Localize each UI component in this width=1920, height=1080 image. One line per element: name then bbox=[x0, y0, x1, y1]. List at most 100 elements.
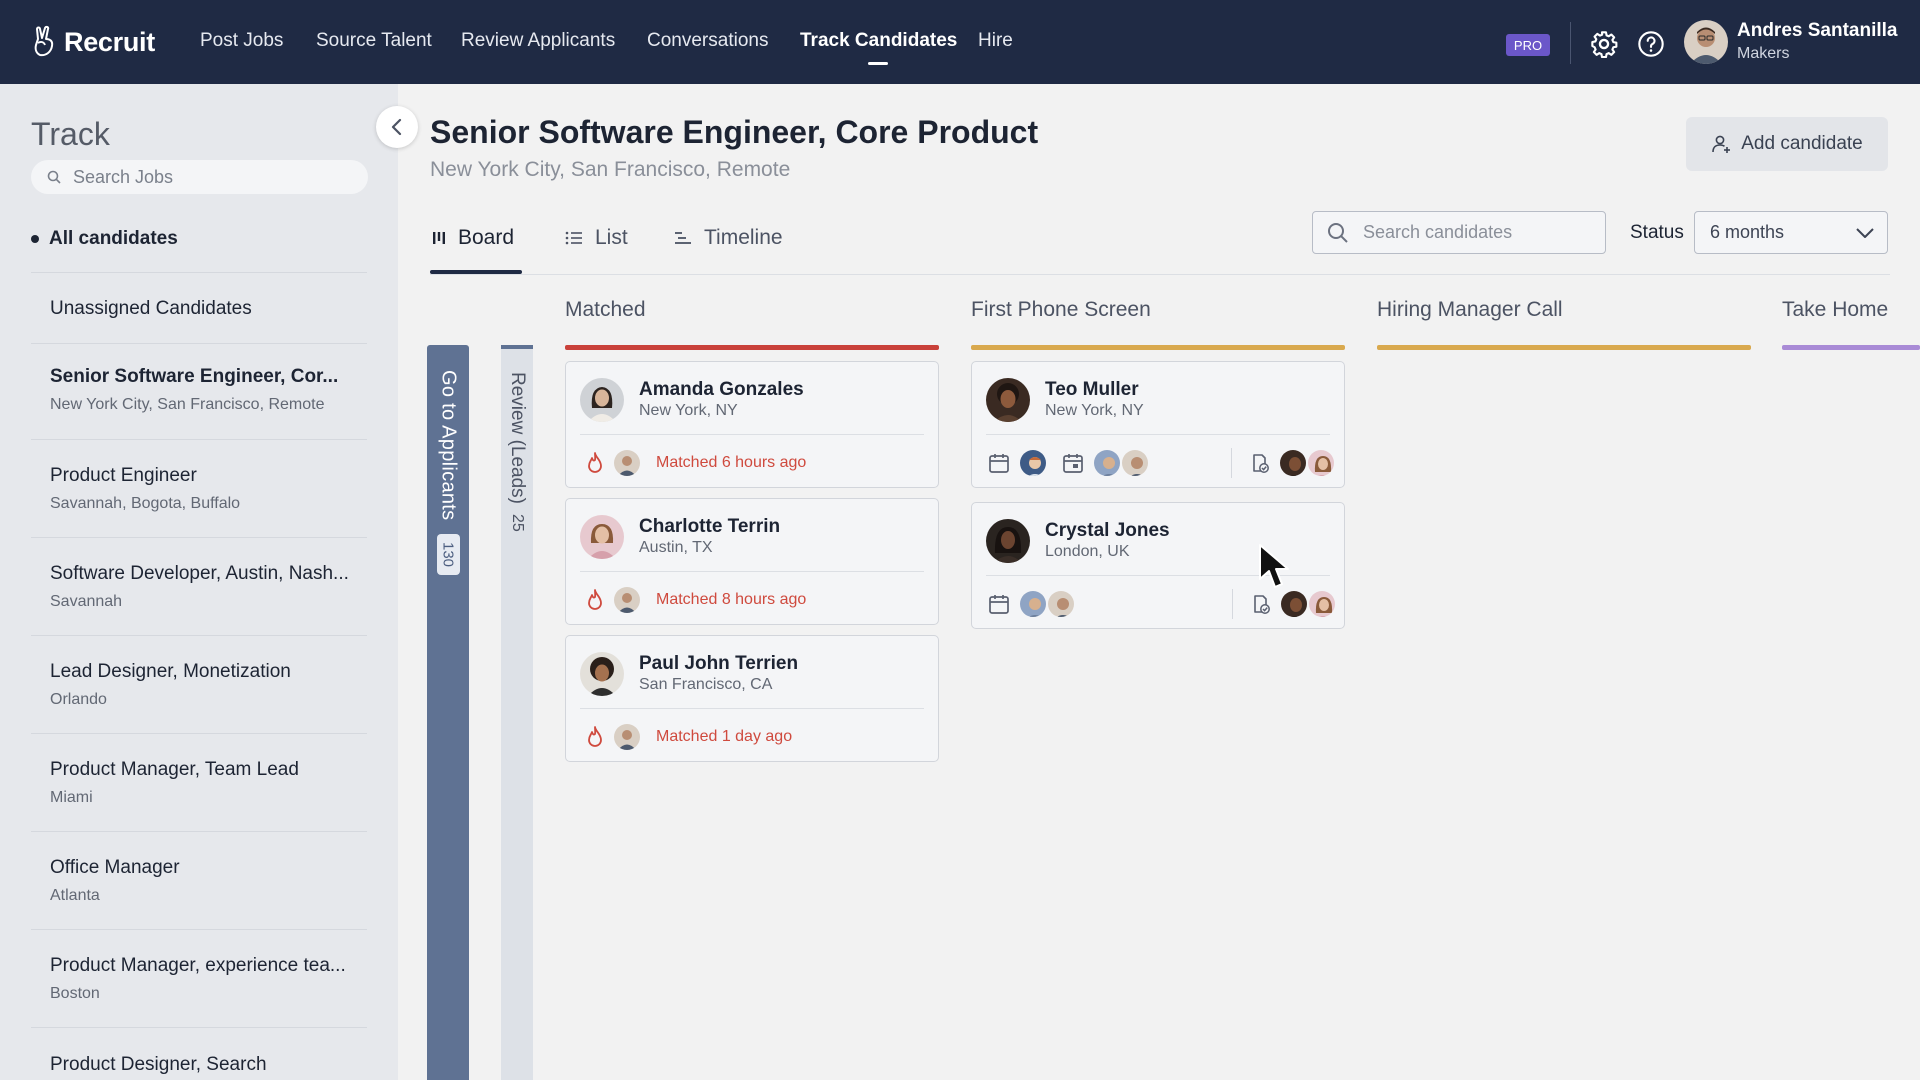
chevron-left-icon bbox=[391, 118, 402, 136]
brand-logo[interactable]: Recruit bbox=[32, 22, 155, 62]
candidate-avatar bbox=[986, 519, 1030, 563]
column-title-first-phone-screen: First Phone Screen bbox=[971, 298, 1151, 321]
review-leads-text: Review (Leads) bbox=[507, 372, 528, 504]
clipboard-check-icon[interactable] bbox=[1250, 452, 1270, 474]
candidate-card[interactable]: Teo Muller New York, NY bbox=[971, 361, 1345, 488]
matched-status: Matched 8 hours ago bbox=[656, 591, 807, 608]
sidebar-divider bbox=[31, 1027, 367, 1028]
sidebar-item-unassigned[interactable]: Unassigned Candidates bbox=[50, 298, 370, 320]
status-value: 6 months bbox=[1710, 222, 1785, 242]
candidate-card[interactable]: Paul John Terrien San Francisco, CA Matc… bbox=[565, 635, 939, 762]
footer-divider bbox=[1232, 589, 1233, 619]
help-icon[interactable] bbox=[1637, 30, 1665, 58]
reviewer-avatar bbox=[1306, 448, 1336, 478]
candidate-avatar bbox=[580, 378, 624, 422]
calendar-icon[interactable] bbox=[988, 593, 1010, 615]
sidebar-item-location: Atlanta bbox=[50, 887, 100, 904]
sidebar-item-label: Unassigned Candidates bbox=[50, 298, 252, 319]
column-title-matched: Matched bbox=[565, 298, 646, 321]
tab-label: Board bbox=[458, 226, 515, 249]
review-leads-label: Review (Leads) 25 bbox=[501, 372, 533, 532]
sidebar-title: Track bbox=[31, 116, 110, 152]
list-icon bbox=[565, 231, 582, 245]
sidebar-item-software-developer[interactable]: Software Developer, Austin, Nash... Sava… bbox=[50, 563, 370, 611]
candidate-name: Crystal Jones bbox=[1045, 520, 1170, 541]
candidate-photo bbox=[580, 378, 624, 422]
user-avatar[interactable] bbox=[1684, 20, 1728, 64]
sidebar-item-location: Miami bbox=[50, 789, 93, 806]
sidebar-divider bbox=[31, 929, 367, 930]
candidate-card[interactable]: Amanda Gonzales New York, NY Matched 6 h… bbox=[565, 361, 939, 488]
sidebar-item-office-manager[interactable]: Office Manager Atlanta bbox=[50, 857, 370, 905]
sidebar-item-label: Product Manager, experience tea... bbox=[50, 955, 346, 976]
jobs-sidebar: Track Search Jobs All candidates Unassig… bbox=[0, 84, 398, 1080]
board-icon bbox=[433, 232, 445, 244]
nav-conversations[interactable]: Conversations bbox=[647, 30, 768, 52]
interviewer-avatar bbox=[1092, 448, 1122, 478]
search-candidates-input[interactable]: Search candidates bbox=[1312, 211, 1606, 254]
clipboard-check-icon[interactable] bbox=[1251, 593, 1271, 615]
interviewer-avatar bbox=[1046, 589, 1076, 619]
status-dropdown[interactable]: 6 months bbox=[1694, 211, 1888, 254]
candidate-avatar bbox=[580, 652, 624, 696]
calendar-icon[interactable] bbox=[1062, 452, 1084, 474]
sidebar-item-senior-software-engineer[interactable]: Senior Software Engineer, Cor... New Yor… bbox=[50, 366, 370, 414]
sidebar-divider bbox=[31, 537, 367, 538]
nav-post-jobs[interactable]: Post Jobs bbox=[200, 30, 283, 52]
sidebar-item-lead-designer[interactable]: Lead Designer, Monetization Orlando bbox=[50, 661, 370, 709]
sidebar-item-product-manager-experience[interactable]: Product Manager, experience tea... Bosto… bbox=[50, 955, 370, 1003]
card-divider bbox=[580, 708, 924, 709]
sidebar-item-product-engineer[interactable]: Product Engineer Savannah, Bogota, Buffa… bbox=[50, 465, 370, 513]
reviewer-avatar bbox=[1279, 589, 1309, 619]
sidebar-divider bbox=[31, 272, 367, 273]
nav-track-candidates[interactable]: Track Candidates bbox=[800, 30, 957, 52]
candidate-avatar bbox=[580, 515, 624, 559]
timeline-icon bbox=[675, 232, 691, 244]
tab-list[interactable]: List bbox=[565, 226, 628, 250]
sidebar-divider bbox=[31, 831, 367, 832]
flame-icon bbox=[588, 452, 602, 473]
card-footer bbox=[988, 446, 1336, 480]
candidate-location: New York, NY bbox=[639, 402, 738, 419]
reviewer-avatar bbox=[1307, 589, 1337, 619]
column-title-take-home: Take Home bbox=[1782, 298, 1889, 321]
candidate-avatar bbox=[986, 378, 1030, 422]
collapse-sidebar-button[interactable] bbox=[376, 106, 418, 148]
nav-divider bbox=[1570, 22, 1571, 64]
nav-hire[interactable]: Hire bbox=[978, 30, 1013, 52]
add-candidate-button[interactable]: Add candidate bbox=[1686, 117, 1888, 171]
sidebar-item-all-candidates[interactable]: All candidates bbox=[31, 228, 178, 250]
sidebar-item-location: Orlando bbox=[50, 691, 107, 708]
nav-source-talent[interactable]: Source Talent bbox=[316, 30, 432, 52]
sidebar-divider bbox=[31, 439, 367, 440]
add-candidate-label: Add candidate bbox=[1741, 133, 1863, 154]
selected-dot bbox=[31, 235, 39, 243]
tab-label: List bbox=[595, 226, 628, 249]
sidebar-item-product-designer-search[interactable]: Product Designer, Search bbox=[50, 1054, 370, 1076]
column-bar-first-phone-screen bbox=[971, 345, 1345, 350]
review-leads-topbar bbox=[501, 345, 533, 349]
sidebar-item-location: Savannah bbox=[50, 593, 123, 610]
candidate-photo bbox=[986, 519, 1030, 563]
recruiter-avatar bbox=[612, 448, 642, 478]
candidate-card[interactable]: Crystal Jones London, UK bbox=[971, 502, 1345, 629]
review-leads-count: 25 bbox=[509, 514, 526, 532]
sidebar-divider bbox=[31, 635, 367, 636]
sidebar-item-location: Boston bbox=[50, 985, 100, 1002]
gear-icon[interactable] bbox=[1590, 30, 1618, 58]
candidate-photo bbox=[580, 652, 624, 696]
matched-status: Matched 1 day ago bbox=[656, 728, 793, 745]
tab-timeline[interactable]: Timeline bbox=[674, 226, 783, 250]
search-jobs-input[interactable]: Search Jobs bbox=[31, 160, 368, 194]
tab-board[interactable]: Board bbox=[432, 226, 514, 250]
sidebar-item-product-manager-team-lead[interactable]: Product Manager, Team Lead Miami bbox=[50, 759, 370, 807]
column-bar-hiring-manager-call bbox=[1377, 345, 1751, 350]
sidebar-divider bbox=[31, 733, 367, 734]
candidate-card[interactable]: Charlotte Terrin Austin, TX Matched 8 ho… bbox=[565, 498, 939, 625]
nav-review-applicants[interactable]: Review Applicants bbox=[461, 30, 615, 52]
candidate-location: San Francisco, CA bbox=[639, 676, 773, 693]
card-footer: Matched 6 hours ago bbox=[586, 446, 806, 480]
tab-label: Timeline bbox=[704, 226, 783, 249]
calendar-icon[interactable] bbox=[988, 452, 1010, 474]
reviewer-avatar bbox=[1278, 448, 1308, 478]
